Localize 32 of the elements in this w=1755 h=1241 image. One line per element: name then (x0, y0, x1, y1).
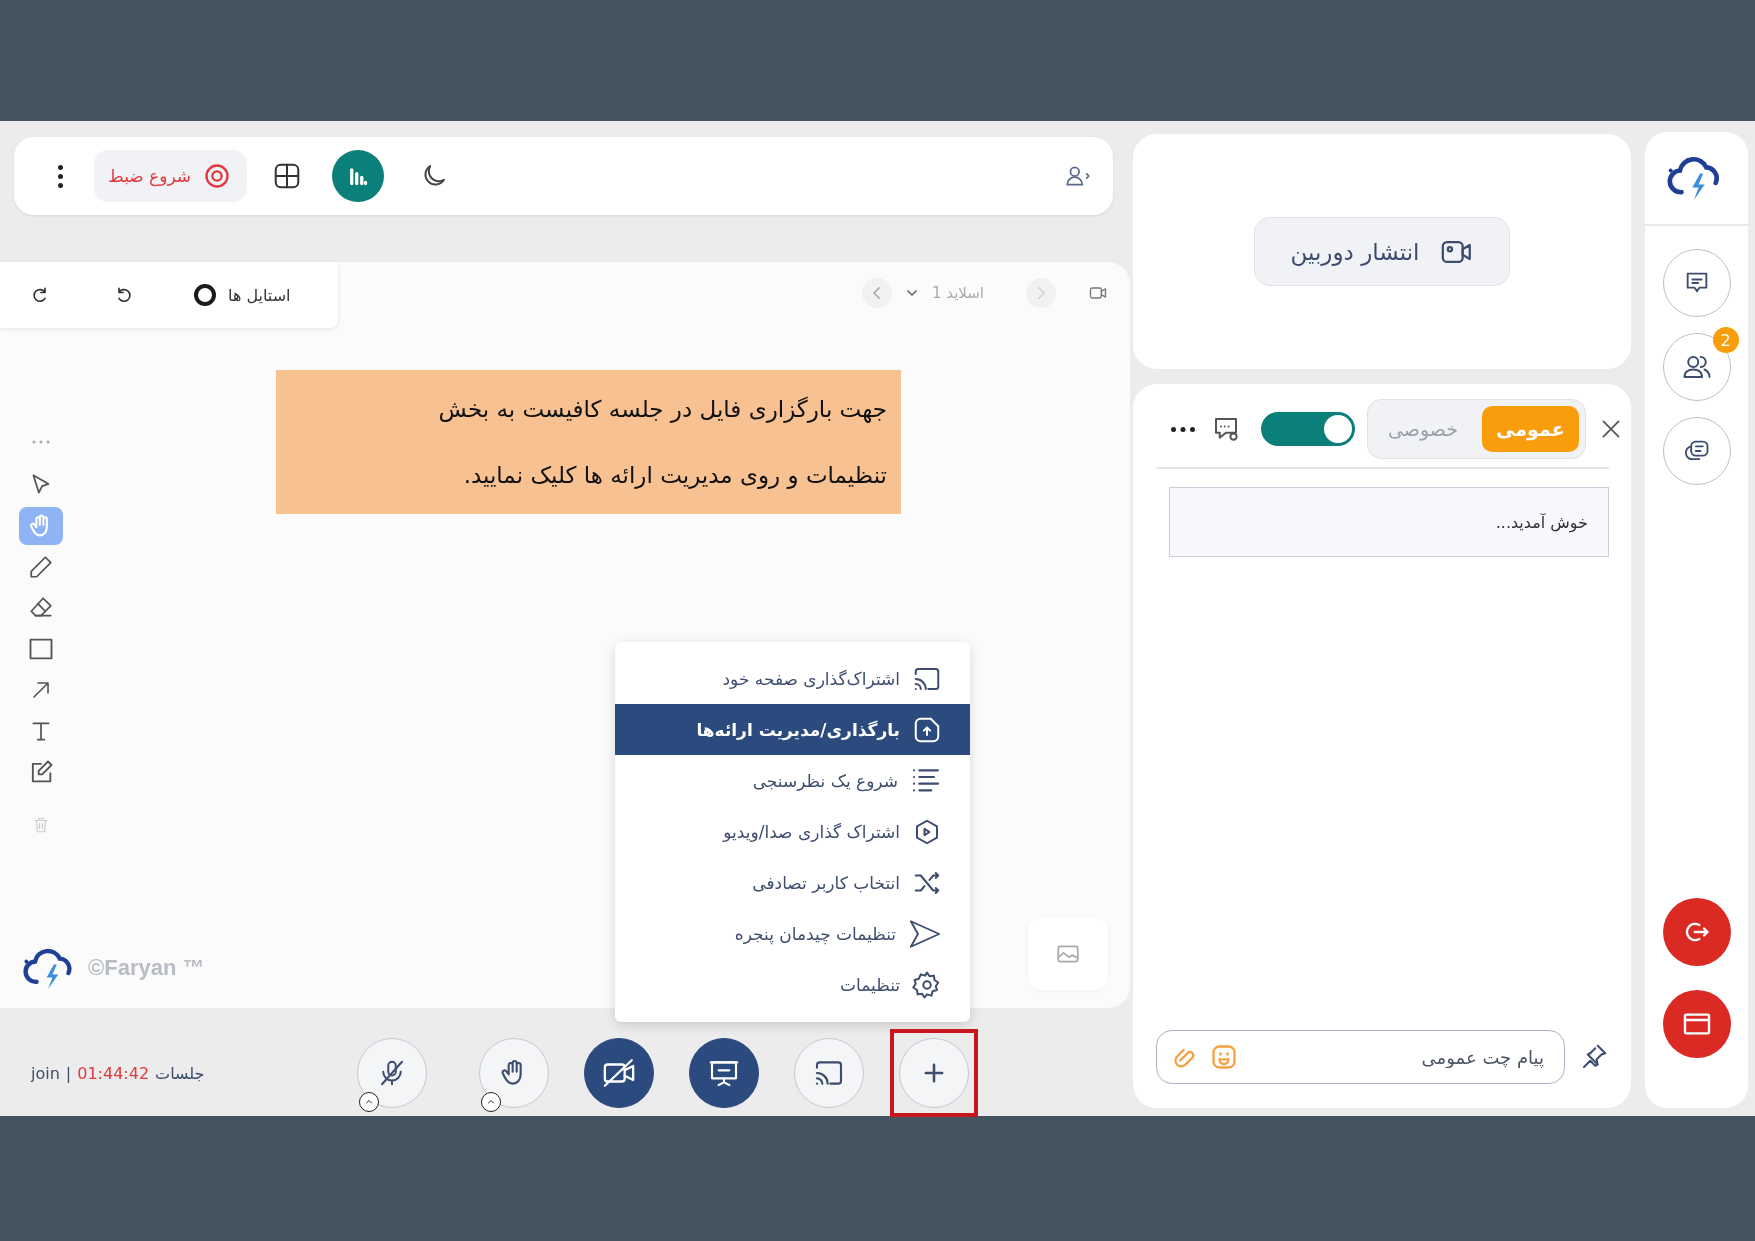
menu-item[interactable]: اشتراک‌گذاری صفحه خود (615, 653, 970, 704)
instruction-note: جهت بارگزاری فایل در جلسه کافیست به بخش تنظیمات و روی مدیریت ارائه ها کلیک نمایید. (276, 370, 901, 514)
target-icon (203, 162, 232, 190)
separator: | (65, 1063, 72, 1083)
toggle-switch[interactable] (1261, 412, 1355, 446)
stroke-circle-icon[interactable] (194, 284, 216, 306)
styles-label[interactable]: استایل ها (228, 285, 291, 305)
session-label: جلسات (155, 1063, 205, 1083)
options-button[interactable] (359, 1092, 379, 1112)
trash-icon (32, 816, 50, 834)
camera-off-icon (602, 1056, 636, 1090)
more-icon[interactable] (1171, 426, 1195, 432)
menu-item[interactable]: شروع یک نظرسنجی (615, 755, 970, 806)
more-icon[interactable] (58, 164, 64, 188)
user-name: join (31, 1063, 60, 1083)
options-button[interactable] (481, 1092, 501, 1112)
pencil-icon (28, 554, 54, 580)
emoji-icon (1210, 1043, 1238, 1071)
brand-label: ©Faryan ™ (88, 955, 205, 982)
publish-camera-button[interactable]: انتشار دوربین (1254, 217, 1510, 286)
session-timer: 01:44:42 (77, 1063, 150, 1083)
menu-item[interactable]: اشتراک گذاری صدا/ویدیو (615, 806, 970, 857)
gear-icon (912, 969, 942, 1000)
menu-item[interactable]: انتخاب کاربر تصادفی (615, 857, 970, 908)
record-button[interactable]: شروع ضبط (94, 150, 248, 202)
chat-message: خوش آمدید... (1169, 487, 1609, 557)
stats-button[interactable] (332, 150, 385, 202)
chat-input[interactable]: پیام چت عمومی (1156, 1030, 1565, 1084)
menu-item[interactable]: تنظیمات (615, 959, 970, 1010)
menu-item[interactable]: بارگذاری/مدیریت ارائه‌ها (615, 704, 970, 755)
count-badge: 2 (1712, 327, 1739, 353)
menu-item[interactable]: تنظیمات چیدمان پنجره (615, 908, 970, 959)
